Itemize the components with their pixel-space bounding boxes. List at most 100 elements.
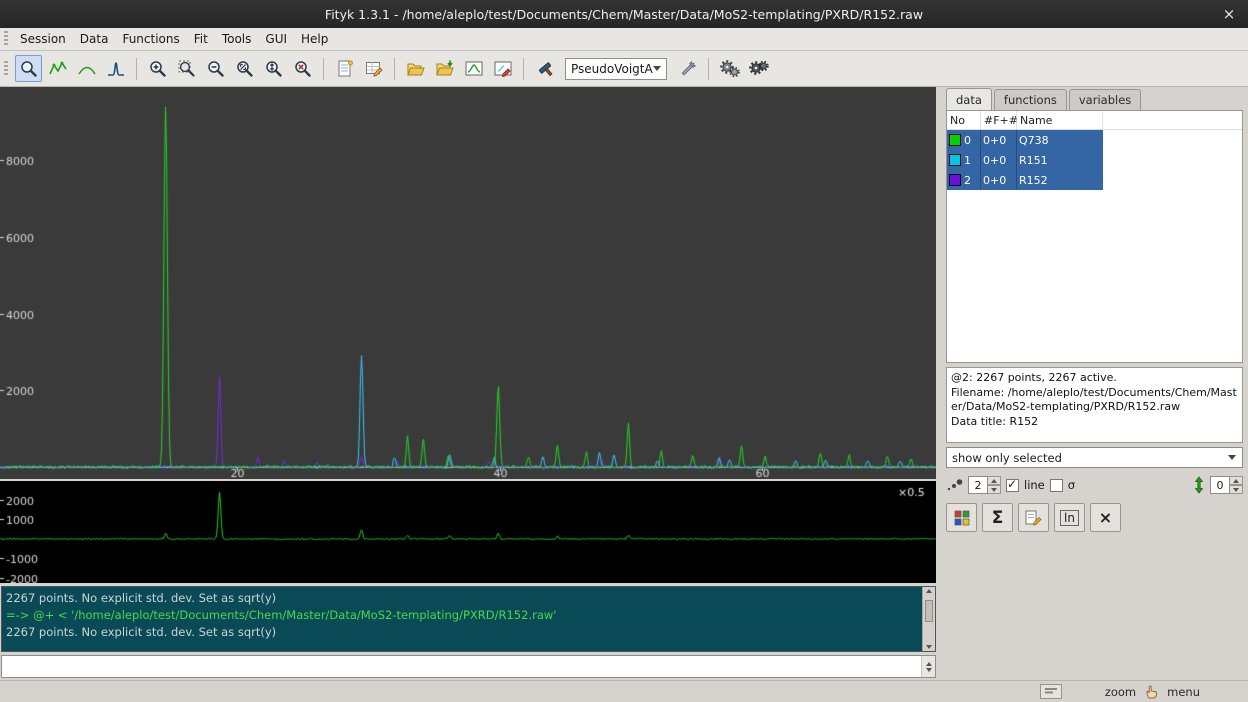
scrollbar-thumb[interactable] [925,600,933,622]
data-range-mode-button[interactable] [44,55,71,82]
data-editor-button[interactable] [331,55,358,82]
spin-up-button[interactable] [1230,476,1243,485]
status-widget-icon[interactable] [1040,684,1062,699]
spin-up-button[interactable] [988,476,1001,485]
toolbar-grip[interactable] [4,61,8,77]
shift-updown-icon [1193,476,1205,494]
info-points: @2: 2267 points, 2267 active. [951,371,1238,386]
table-row[interactable]: 1 0+0 R151 [947,150,1103,170]
console-scrollbar[interactable] [922,587,935,651]
transform-ln-button[interactable]: ln [1054,503,1085,532]
shift-spinner[interactable]: 0 [1210,476,1243,494]
window-title: Fityk 1.3.1 - /home/aleplo/test/Document… [325,7,923,22]
auto-add-peak-button[interactable] [674,55,701,82]
menubar: Session Data Functions Fit Tools GUI Hel… [0,28,1248,51]
menu-help[interactable]: Help [294,29,335,49]
console-line: 2267 points. No explicit std. dev. Set a… [6,590,917,607]
menubar-grip[interactable] [4,31,8,47]
menu-functions[interactable]: Functions [115,29,186,49]
dataset-color-swatch [949,174,961,186]
spin-down-button[interactable] [988,485,1001,494]
save-plot-image-button[interactable] [460,55,487,82]
scroll-up-icon[interactable] [926,589,932,593]
dataset-name: R152 [1017,170,1103,190]
column-header-name[interactable]: Name [1017,111,1103,129]
delete-dataset-button[interactable]: × [1090,503,1121,532]
menu-fit[interactable]: Fit [187,29,215,49]
sum-datasets-button[interactable]: Σ [982,503,1013,532]
show-filter-value: show only selected [952,451,1062,465]
table-row[interactable]: 2 0+0 R152 [947,170,1103,190]
zoom-reset-button[interactable] [289,55,316,82]
column-header-ff[interactable]: #F+# [981,111,1017,129]
scroll-down-icon[interactable] [926,645,932,649]
menu-data[interactable]: Data [73,29,116,49]
tab-variables[interactable]: variables [1069,89,1141,110]
export-plot-button[interactable] [489,55,516,82]
menu-tools[interactable]: Tools [215,29,259,49]
open-data-custom-button[interactable] [431,55,458,82]
dataset-name: Q738 [1017,130,1103,150]
window-titlebar[interactable]: Fityk 1.3.1 - /home/aleplo/test/Document… [0,0,1248,28]
console-line: =-> @+ < '/home/aleplo/test/Documents/Ch… [6,607,917,624]
status-zoom-label[interactable]: zoom [1105,685,1136,699]
frame-pencil-icon [493,59,513,79]
zoom-out-button[interactable] [202,55,229,82]
shuffle-colors-button[interactable] [946,503,977,532]
console-output[interactable]: 2267 points. No explicit std. dev. Set a… [1,586,936,652]
script-editor-button[interactable] [360,55,387,82]
dataset-actions-row: Σ ln × [946,503,1243,532]
zoom-vertical-button[interactable] [260,55,287,82]
show-filter-dropdown[interactable]: show only selected [946,447,1243,468]
column-header-spacer [1103,111,1242,129]
sidebar-tabs: data functions variables [946,88,1243,110]
status-menu-label[interactable]: menu [1167,685,1200,699]
dataset-name: R151 [1017,150,1103,170]
dataset-number: 2 [964,174,971,187]
dataset-func-count: 0+0 [981,150,1017,170]
column-header-no[interactable]: No [947,111,981,129]
history-up-icon[interactable] [926,662,932,666]
dataset-color-swatch [949,134,961,146]
point-size-value[interactable]: 2 [968,476,988,494]
gears-icon [719,59,741,79]
zoom-reset-icon [293,59,313,79]
dataset-table-header[interactable]: No #F+# Name [947,111,1242,130]
shift-value[interactable]: 0 [1210,476,1230,494]
tab-functions[interactable]: functions [994,89,1067,110]
command-history-spinner[interactable] [921,656,935,677]
peak-type-value: PseudoVoigtA [571,62,653,76]
point-size-icon [946,477,963,493]
sigma-checkbox[interactable] [1050,479,1063,492]
line-checkbox[interactable] [1006,479,1019,492]
add-peak-mode-button[interactable] [102,55,129,82]
command-input[interactable] [2,656,921,677]
zoom-in-button[interactable] [144,55,171,82]
open-folder-import-icon [435,59,455,79]
peak-type-combobox[interactable]: PseudoVoigtA [565,58,667,80]
background-mode-button[interactable] [73,55,100,82]
main-plot-canvas[interactable] [0,87,936,479]
spin-down-button[interactable] [1230,485,1243,494]
table-row[interactable]: 0 0+0 Q738 [947,130,1103,150]
zoom-all-button[interactable] [231,55,258,82]
run-last-script-button[interactable] [745,55,772,82]
zoom-all-icon [235,59,255,79]
point-size-spinner[interactable]: 2 [968,476,1001,494]
open-data-button[interactable] [402,55,429,82]
magnifier-icon [19,59,39,79]
zoom-prev-button[interactable] [173,55,200,82]
run-fit-button[interactable] [531,55,558,82]
run-script-button[interactable] [716,55,743,82]
zoom-region-icon [177,59,197,79]
menu-session[interactable]: Session [13,29,73,49]
zoom-mode-button[interactable] [15,55,42,82]
menu-gui[interactable]: GUI [258,29,294,49]
history-down-icon[interactable] [926,668,932,672]
edit-transform-button[interactable] [1018,503,1049,532]
tab-data[interactable]: data [946,88,992,110]
zoom-in-icon [148,59,168,79]
aux-plot-canvas[interactable] [0,481,936,583]
chevron-down-icon [653,66,661,71]
window-close-button[interactable]: × [1218,0,1240,28]
